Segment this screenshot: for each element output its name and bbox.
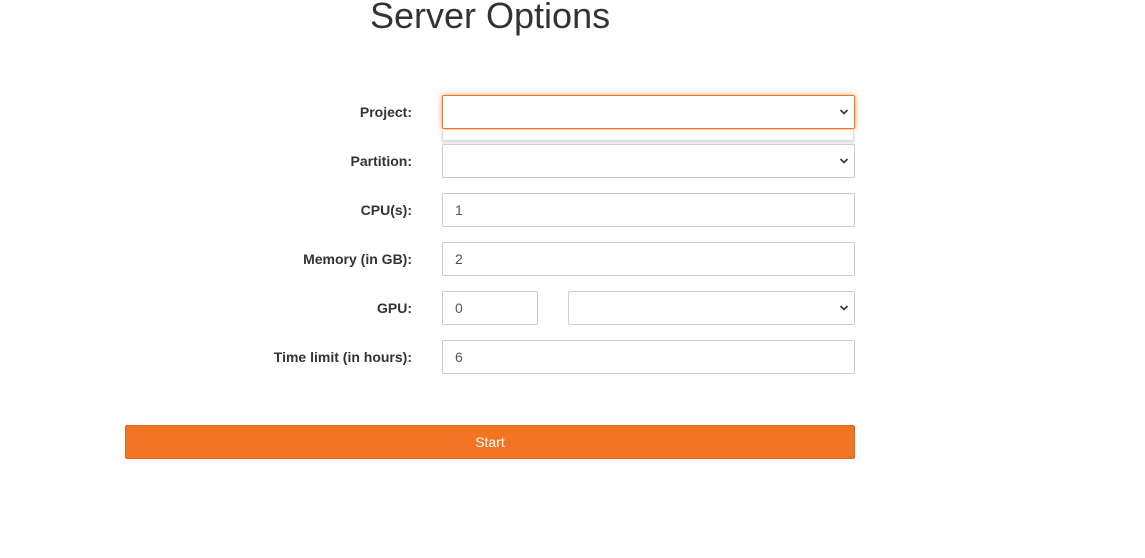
server-options-page: Server Options Project: Partition: CPU(s… bbox=[0, 0, 1145, 558]
cpus-input[interactable]: 1 bbox=[442, 193, 855, 227]
partition-select[interactable] bbox=[442, 144, 855, 178]
chevron-down-icon bbox=[839, 109, 849, 115]
page-title: Server Options bbox=[370, 0, 611, 36]
project-label: Project: bbox=[359, 104, 412, 120]
gpu-count-input[interactable]: 0 bbox=[442, 291, 538, 325]
cpus-label: CPU(s): bbox=[360, 202, 412, 218]
memory-label: Memory (in GB): bbox=[303, 251, 412, 267]
time-limit-label: Time limit (in hours): bbox=[273, 349, 412, 365]
start-button[interactable]: Start bbox=[125, 425, 855, 459]
partition-label: Partition: bbox=[350, 153, 412, 169]
project-select[interactable] bbox=[442, 95, 855, 129]
chevron-down-icon bbox=[839, 305, 849, 311]
gpu-label: GPU: bbox=[377, 300, 412, 316]
time-limit-input[interactable]: 6 bbox=[442, 340, 855, 374]
project-dropdown-list bbox=[442, 130, 854, 141]
gpu-type-select[interactable] bbox=[568, 291, 855, 325]
memory-input[interactable]: 2 bbox=[442, 242, 855, 276]
chevron-down-icon bbox=[839, 158, 849, 164]
